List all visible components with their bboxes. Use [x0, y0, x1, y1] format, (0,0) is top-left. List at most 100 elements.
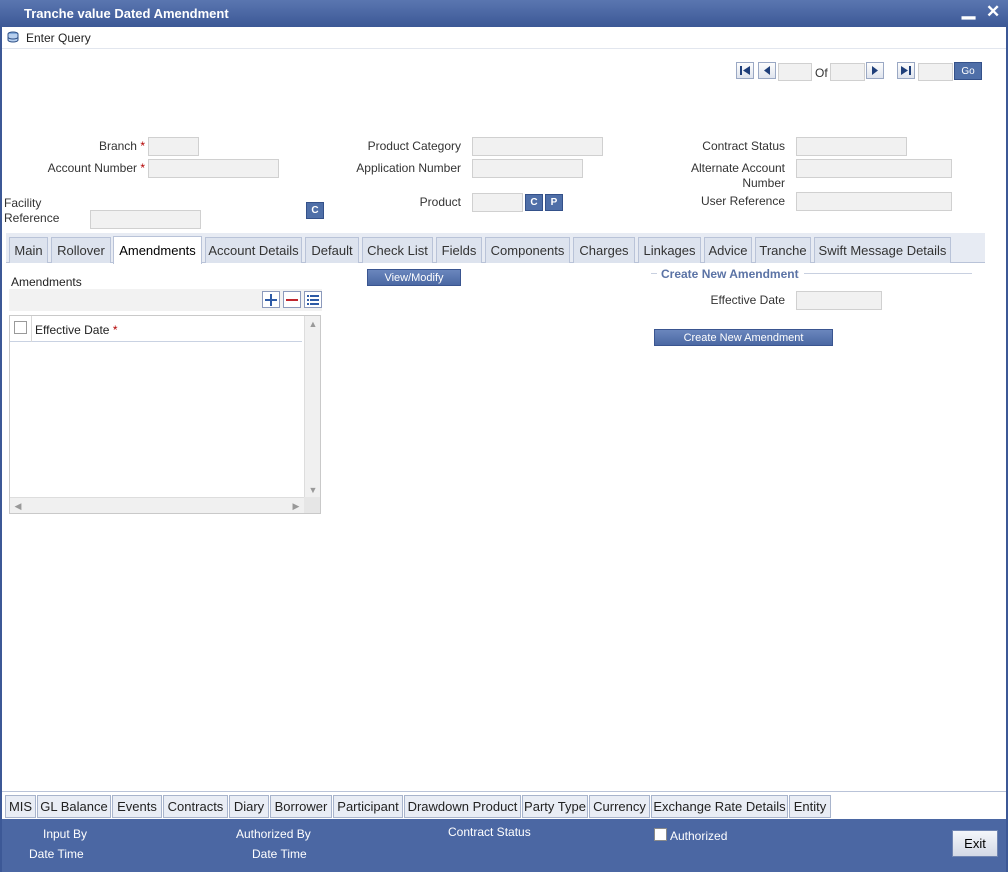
tab-rollover[interactable]: Rollover	[51, 237, 111, 263]
alternate-account-field[interactable]	[796, 159, 952, 178]
scroll-up-icon[interactable]: ▲	[306, 317, 320, 331]
window-title-bar: Tranche value Dated Amendment ▁ ✕	[0, 0, 1008, 27]
tab-swift-message-details[interactable]: Swift Message Details	[814, 237, 951, 263]
product-p-button[interactable]: P	[545, 194, 563, 211]
tab-components[interactable]: Components	[485, 237, 570, 263]
account-number-label-text: Account Number	[47, 161, 137, 175]
tab-bar: Main Rollover Amendments Account Details…	[6, 233, 985, 264]
btab-mis[interactable]: MIS	[5, 795, 36, 818]
enter-query-icon[interactable]	[6, 30, 21, 45]
tab-check-list[interactable]: Check List	[362, 237, 433, 263]
horizontal-scrollbar[interactable]: ◀ ▶	[10, 497, 304, 513]
authorized-label: Authorized	[670, 829, 728, 843]
authorized-by-label: Authorized By	[236, 827, 311, 841]
delete-row-button[interactable]	[283, 291, 301, 308]
tab-charges[interactable]: Charges	[573, 237, 635, 263]
total-records-field	[830, 63, 865, 81]
tab-linkages[interactable]: Linkages	[638, 237, 701, 263]
required-mark: *	[140, 161, 145, 175]
btab-drawdown-product[interactable]: Drawdown Product	[404, 795, 521, 818]
exit-button[interactable]: Exit	[952, 830, 998, 857]
select-all-checkbox[interactable]	[14, 321, 27, 334]
tab-amendments[interactable]: Amendments	[113, 236, 202, 264]
btab-gl-balance[interactable]: GL Balance	[37, 795, 111, 818]
vertical-scrollbar[interactable]: ▲ ▼	[304, 316, 320, 498]
view-modify-button[interactable]: View/Modify	[367, 269, 461, 286]
facility-reference-label: Facility Reference	[4, 196, 60, 225]
tab-main[interactable]: Main	[9, 237, 48, 263]
first-record-icon	[740, 66, 750, 75]
user-reference-field[interactable]	[796, 192, 952, 211]
authorized-checkbox[interactable]	[654, 828, 667, 841]
btab-borrower[interactable]: Borrower	[270, 795, 332, 818]
account-number-field[interactable]	[148, 159, 279, 178]
btab-diary[interactable]: Diary	[229, 795, 269, 818]
previous-record-button[interactable]	[758, 62, 776, 79]
authorized-date-time-label: Date Time	[252, 847, 307, 861]
scroll-down-icon[interactable]: ▼	[306, 483, 320, 497]
new-effective-date-field[interactable]	[796, 291, 882, 310]
effective-date-column-label: Effective Date	[35, 323, 110, 337]
previous-record-icon	[764, 66, 770, 75]
section-divider-right	[804, 273, 972, 274]
alternate-account-label: Alternate Account Number	[690, 161, 785, 190]
tab-default[interactable]: Default	[305, 237, 359, 263]
close-icon[interactable]: ✕	[986, 2, 1000, 22]
next-record-button[interactable]	[866, 62, 884, 79]
tab-account-details[interactable]: Account Details	[205, 237, 302, 263]
branch-label-text: Branch	[98, 139, 137, 153]
window-title: Tranche value Dated Amendment	[24, 6, 229, 21]
btab-currency[interactable]: Currency	[589, 795, 650, 818]
product-field[interactable]	[472, 193, 523, 212]
last-record-button[interactable]	[897, 62, 915, 79]
next-record-icon	[872, 66, 878, 75]
contract-status-field	[796, 137, 907, 156]
contract-status-footer-label: Contract Status	[448, 825, 531, 839]
facility-c-button[interactable]: C	[306, 202, 324, 219]
btab-participant[interactable]: Participant	[333, 795, 403, 818]
application-number-label: Application Number	[356, 161, 461, 175]
btab-exchange-rate-details[interactable]: Exchange Rate Details	[651, 795, 788, 818]
select-all-cell	[10, 316, 32, 342]
enter-query-button[interactable]: Enter Query	[26, 31, 91, 45]
branch-field[interactable]	[148, 137, 199, 156]
tab-advice[interactable]: Advice	[704, 237, 752, 263]
tab-tranche[interactable]: Tranche	[755, 237, 811, 263]
current-record-field[interactable]	[778, 63, 812, 81]
grid-header: Effective Date *	[10, 316, 302, 342]
amendments-section-title: Amendments	[11, 275, 82, 289]
single-view-button[interactable]	[304, 291, 322, 308]
product-label: Product	[419, 195, 461, 209]
amendments-grid-toolbar	[9, 289, 322, 311]
product-category-label: Product Category	[367, 139, 461, 153]
btab-entity[interactable]: Entity	[789, 795, 831, 818]
contract-status-label: Contract Status	[702, 139, 785, 153]
new-effective-date-label: Effective Date	[710, 293, 785, 307]
input-date-time-label: Date Time	[29, 847, 84, 861]
product-c-button[interactable]: C	[525, 194, 543, 211]
toolbar: Enter Query	[2, 27, 1006, 49]
scroll-right-icon[interactable]: ▶	[289, 499, 303, 513]
add-row-button[interactable]	[262, 291, 280, 308]
scroll-left-icon[interactable]: ◀	[11, 499, 25, 513]
amendments-grid: Effective Date * ▲ ▼ ◀ ▶	[9, 315, 321, 514]
first-record-button[interactable]	[736, 62, 754, 79]
btab-events[interactable]: Events	[112, 795, 162, 818]
required-mark: *	[140, 139, 145, 153]
effective-date-column-header: Effective Date *	[35, 323, 118, 337]
account-number-label: Account Number *	[20, 161, 145, 175]
product-category-field[interactable]	[472, 137, 603, 156]
create-new-amendment-button[interactable]: Create New Amendment	[654, 329, 833, 346]
input-by-label: Input By	[43, 827, 88, 841]
of-label: Of	[815, 66, 828, 80]
branch-label: Branch *	[60, 139, 145, 153]
btab-party-type[interactable]: Party Type	[522, 795, 588, 818]
tab-fields[interactable]: Fields	[436, 237, 482, 263]
facility-reference-field[interactable]	[90, 210, 201, 229]
goto-record-field[interactable]	[918, 63, 953, 81]
create-amendment-section-title: Create New Amendment	[661, 267, 799, 281]
btab-contracts[interactable]: Contracts	[163, 795, 228, 818]
go-button[interactable]: Go	[954, 62, 982, 80]
application-number-field[interactable]	[472, 159, 583, 178]
minimize-icon[interactable]: ▁	[962, 0, 975, 20]
